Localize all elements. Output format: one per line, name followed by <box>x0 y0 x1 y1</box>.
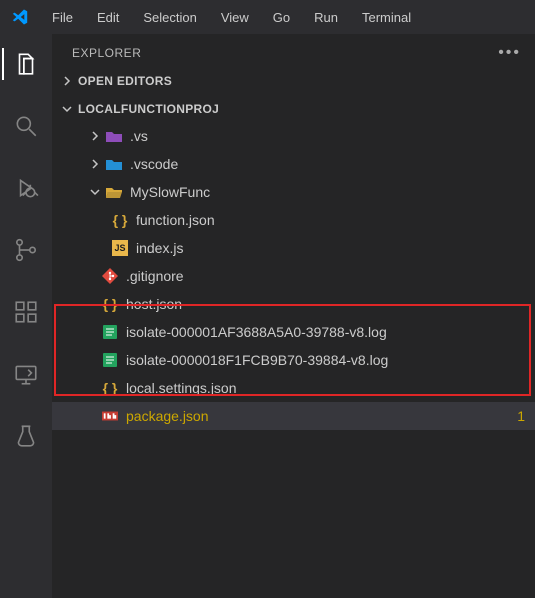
chevron-down-icon <box>62 104 72 114</box>
activity-bar <box>0 34 52 598</box>
activity-extensions[interactable] <box>2 292 50 332</box>
tree-file-local-settings-json[interactable]: { } local.settings.json <box>52 374 535 402</box>
folder-vs-icon <box>104 128 124 144</box>
js-icon: JS <box>110 240 130 256</box>
tree-item-label: host.json <box>126 296 182 312</box>
section-project-label: LOCALFUNCTIONPROJ <box>78 102 219 116</box>
tree-item-label: index.js <box>136 240 183 256</box>
menu-edit[interactable]: Edit <box>87 6 129 29</box>
tree-file-host-json[interactable]: { } host.json <box>52 290 535 318</box>
tree-file-function-json[interactable]: { } function.json <box>52 206 535 234</box>
section-open-editors-label: OPEN EDITORS <box>78 74 172 88</box>
menubar: File Edit Selection View Go Run Terminal <box>0 0 535 34</box>
tree-file-isolate-log-2[interactable]: isolate-0000018F1FCB9B70-39884-v8.log <box>52 346 535 374</box>
json-icon: { } <box>100 296 120 312</box>
tree-file-index-js[interactable]: JS index.js <box>52 234 535 262</box>
folder-open-icon <box>104 184 124 200</box>
section-project[interactable]: LOCALFUNCTIONPROJ <box>52 98 535 120</box>
git-icon <box>100 268 120 284</box>
menu-go[interactable]: Go <box>263 6 300 29</box>
folder-vscode-icon <box>104 156 124 172</box>
menu-terminal[interactable]: Terminal <box>352 6 421 29</box>
tree-file-package-json[interactable]: package.json 1 <box>52 402 535 430</box>
menu-selection[interactable]: Selection <box>133 6 206 29</box>
tree-folder-myslowfunc[interactable]: MySlowFunc <box>52 178 535 206</box>
section-open-editors[interactable]: OPEN EDITORS <box>52 70 535 92</box>
tree-item-label: .vscode <box>130 156 178 172</box>
activity-source-control[interactable] <box>2 230 50 270</box>
tree-folder-vscode[interactable]: .vscode <box>52 150 535 178</box>
npm-icon <box>100 408 120 424</box>
activity-remote[interactable] <box>2 354 50 394</box>
tree-item-label: .vs <box>130 128 148 144</box>
explorer-header: EXPLORER ••• <box>52 34 535 70</box>
tree-item-label: isolate-000001AF3688A5A0-39788-v8.log <box>126 324 387 340</box>
json-icon: { } <box>100 380 120 396</box>
json-icon: { } <box>110 212 130 228</box>
menu-view[interactable]: View <box>211 6 259 29</box>
activity-search[interactable] <box>2 106 50 146</box>
activity-testing[interactable] <box>2 416 50 456</box>
explorer-title: EXPLORER <box>72 46 141 60</box>
chevron-right-icon <box>62 76 72 86</box>
tree-item-label: package.json <box>126 408 209 424</box>
activity-explorer[interactable] <box>2 44 50 84</box>
tree-file-isolate-log-1[interactable]: isolate-000001AF3688A5A0-39788-v8.log <box>52 318 535 346</box>
tree-file-gitignore[interactable]: .gitignore <box>52 262 535 290</box>
chevron-right-icon <box>90 131 100 141</box>
activity-run-debug[interactable] <box>2 168 50 208</box>
main-area: EXPLORER ••• OPEN EDITORS LOCALFUNCTIONP… <box>0 34 535 598</box>
chevron-down-icon <box>90 187 100 197</box>
tree-item-label: local.settings.json <box>126 380 237 396</box>
tree-folder-vs[interactable]: .vs <box>52 122 535 150</box>
vscode-logo-icon <box>8 5 32 29</box>
log-icon <box>100 352 120 368</box>
explorer-sidebar: EXPLORER ••• OPEN EDITORS LOCALFUNCTIONP… <box>52 34 535 598</box>
tree-item-label: .gitignore <box>126 268 184 284</box>
menu-run[interactable]: Run <box>304 6 348 29</box>
log-icon <box>100 324 120 340</box>
explorer-more-icon[interactable]: ••• <box>498 50 521 56</box>
tree-item-label: MySlowFunc <box>130 184 210 200</box>
modified-count: 1 <box>511 408 525 424</box>
menu-file[interactable]: File <box>42 6 83 29</box>
tree-item-label: isolate-0000018F1FCB9B70-39884-v8.log <box>126 352 388 368</box>
chevron-right-icon <box>90 159 100 169</box>
tree-item-label: function.json <box>136 212 215 228</box>
file-tree: .vs .vscode MySlowFunc { } function.json <box>52 120 535 430</box>
